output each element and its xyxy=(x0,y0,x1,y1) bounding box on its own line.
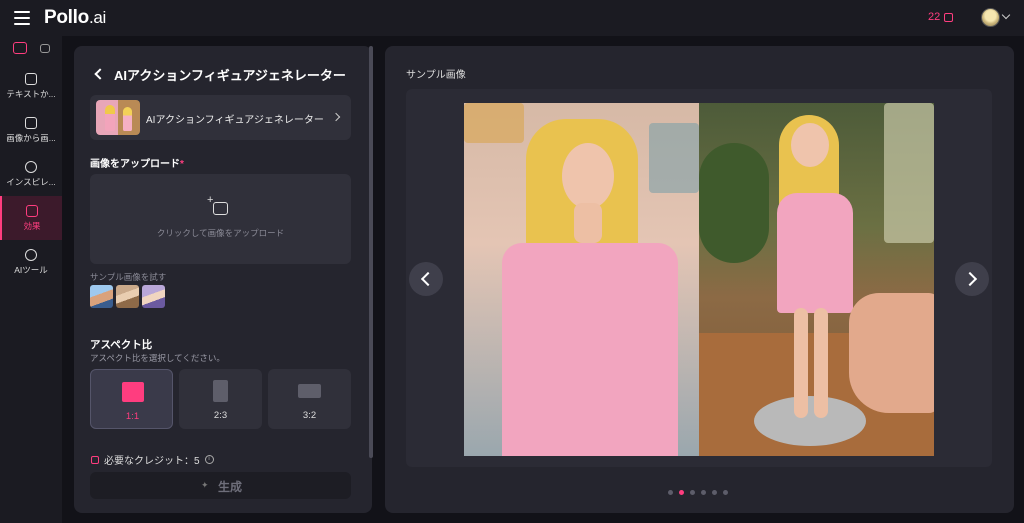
aspect-option-1-1[interactable]: 1:1 xyxy=(90,369,173,429)
nav-item-label: インスピレ... xyxy=(6,176,56,187)
neck-shape xyxy=(574,203,602,243)
carousel-dot[interactable] xyxy=(701,490,706,495)
upload-dropzone[interactable]: クリックして画像をアップロード xyxy=(90,174,351,264)
carousel-dot-active[interactable] xyxy=(679,490,684,495)
nav-item-label: AIツール xyxy=(14,264,48,275)
compass-icon xyxy=(25,160,37,173)
nav-item-effects[interactable]: 効果 xyxy=(0,196,62,240)
landscape-shape-icon xyxy=(298,384,321,398)
sample-image-thumb[interactable] xyxy=(90,285,113,308)
carousel-dot[interactable] xyxy=(668,490,673,495)
carousel-prev-button[interactable] xyxy=(409,262,443,296)
aspect-ratio-title: アスペクト比 xyxy=(90,339,153,351)
required-credits: 必要なクレジット：5 i xyxy=(91,452,214,467)
logo-text: Pollo xyxy=(44,7,89,28)
tool-selector-label: AIアクションフィギュアジェネレーター xyxy=(146,115,324,126)
nav-item-text-to-image[interactable]: テキストか... xyxy=(0,64,62,108)
sample-photo-after xyxy=(699,103,934,456)
nav-item-label: 効果 xyxy=(23,220,41,231)
figure-face xyxy=(791,123,829,167)
hand-shape xyxy=(849,293,934,413)
logo-suffix: .ai xyxy=(88,8,107,27)
tool-thumbnail xyxy=(96,100,140,135)
aspect-option-label: 2:3 xyxy=(213,410,228,421)
avatar[interactable] xyxy=(981,8,1000,27)
sample-image-thumb[interactable] xyxy=(116,285,139,308)
aspect-option-label: 1:1 xyxy=(125,411,140,422)
sample-image-thumb[interactable] xyxy=(142,285,165,308)
carousel-dot[interactable] xyxy=(690,490,695,495)
nav-item-image-to-image[interactable]: 画像から画... xyxy=(0,108,62,152)
preview-title: サンプル画像 xyxy=(406,70,466,81)
bokeh-block xyxy=(649,123,699,193)
video-mode-icon[interactable] xyxy=(39,44,50,53)
required-mark: * xyxy=(180,159,184,170)
sample-photo-before xyxy=(464,103,699,456)
carousel-dot[interactable] xyxy=(723,490,728,495)
mode-switch xyxy=(0,36,62,64)
carousel-next-button[interactable] xyxy=(955,262,989,296)
figure-leg xyxy=(814,308,828,418)
nav-item-inspiration[interactable]: インスピレ... xyxy=(0,152,62,196)
aspect-option-2-3[interactable]: 2:3 xyxy=(179,369,262,429)
window-shape xyxy=(884,103,934,243)
generate-button-label: 生成 xyxy=(218,480,243,494)
upload-hint: クリックして画像をアップロード xyxy=(156,228,285,238)
nav-item-ai-tools[interactable]: AIツール xyxy=(0,240,62,284)
square-shape-icon xyxy=(122,382,144,402)
required-credits-text: 必要なクレジット：5 xyxy=(104,456,200,467)
upload-label: 画像をアップロード* xyxy=(90,155,184,170)
logo[interactable]: Pollo.ai xyxy=(44,7,106,29)
aspect-ratio-subtitle: アスペクト比を選択してください。 xyxy=(90,353,225,363)
generate-button[interactable]: ✦ 生成 xyxy=(90,472,351,499)
nav-item-label: 画像から画... xyxy=(6,132,56,143)
add-image-icon xyxy=(207,194,228,215)
sparkle-icon: ✦ xyxy=(201,480,209,490)
text-to-image-icon xyxy=(25,72,37,85)
ai-tools-icon xyxy=(25,248,37,261)
left-nav: テキストか... 画像から画... インスピレ... 効果 AIツール xyxy=(0,36,62,523)
figure-base xyxy=(754,396,866,446)
info-icon[interactable]: i xyxy=(204,455,214,464)
figure-leg xyxy=(794,308,808,418)
plant-shape xyxy=(699,143,769,263)
page-title: AIアクションフィギュアジェネレーター xyxy=(114,68,346,83)
coin-icon xyxy=(944,12,954,22)
coin-icon xyxy=(91,455,99,464)
portrait-shape-icon xyxy=(213,380,228,402)
aspect-option-3-2[interactable]: 3:2 xyxy=(268,369,351,429)
carousel-pagination xyxy=(668,490,728,495)
face-shape xyxy=(562,143,614,209)
top-bar: Pollo.ai 22 xyxy=(0,0,1024,36)
nav-item-label: テキストか... xyxy=(6,88,56,99)
figure-dress xyxy=(777,193,853,313)
carousel-dot[interactable] xyxy=(712,490,717,495)
chevron-right-icon xyxy=(331,112,341,122)
sample-images-label: サンプル画像を試す xyxy=(90,272,167,282)
menu-icon[interactable] xyxy=(14,11,30,25)
chevron-down-icon[interactable] xyxy=(1001,10,1011,20)
credit-balance[interactable]: 22 xyxy=(928,11,954,23)
dress-shape xyxy=(502,243,678,456)
image-to-image-icon xyxy=(25,116,37,129)
image-mode-icon[interactable] xyxy=(12,42,27,54)
tool-selector[interactable]: AIアクションフィギュアジェネレーター xyxy=(90,95,351,140)
bokeh-block xyxy=(464,103,524,143)
effects-icon xyxy=(26,204,38,217)
aspect-option-label: 3:2 xyxy=(302,410,317,421)
credit-count: 22 xyxy=(928,11,941,23)
panel-scrollbar[interactable] xyxy=(369,46,373,458)
upload-label-text: 画像をアップロード xyxy=(90,159,180,170)
